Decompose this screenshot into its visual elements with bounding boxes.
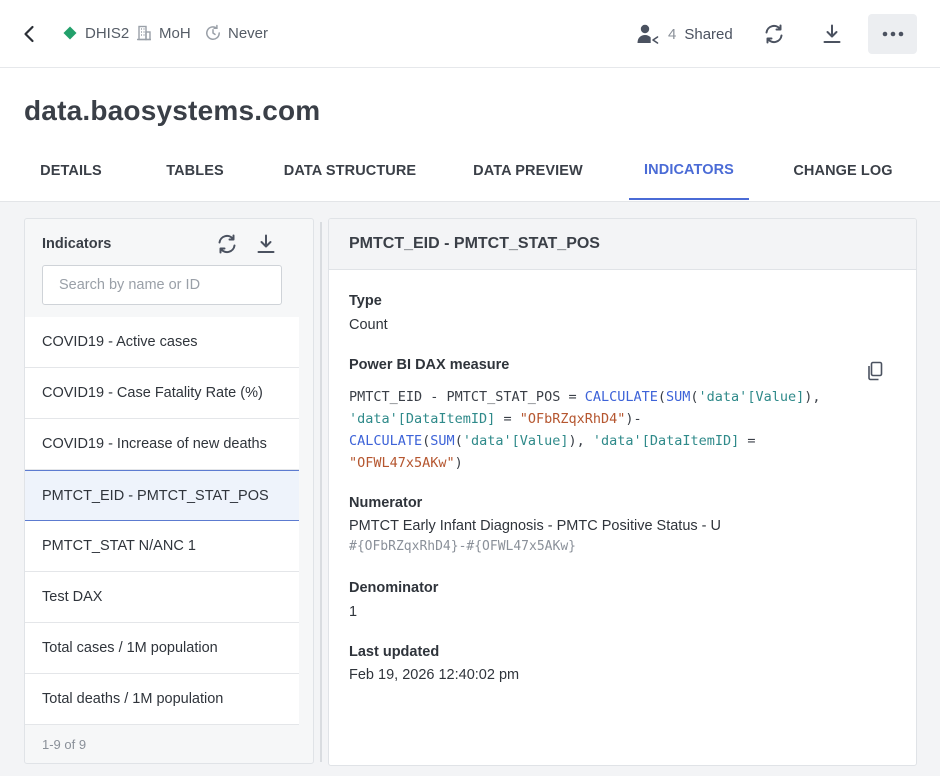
- dax-string: "OFWL47x5AKw": [349, 455, 455, 471]
- numerator-value: PMTCT Early Infant Diagnosis - PMTC Posi…: [349, 518, 722, 534]
- list-item[interactable]: Test DAX: [25, 572, 299, 623]
- list-item[interactable]: COVID19 - Active cases: [25, 317, 299, 368]
- dax-string: "OFbRZqxRhD4": [519, 411, 626, 427]
- numerator-formula: #{OFbRZqxRhD4}-#{OFWL47x5AKw}: [349, 539, 576, 554]
- refresh-icon: [765, 24, 783, 44]
- copy-icon: [868, 361, 883, 381]
- tab-indicators[interactable]: INDICATORS: [629, 142, 749, 200]
- list-scrollbar[interactable]: [299, 317, 313, 725]
- last-updated-value: Feb 19, 2026 12:40:02 pm: [349, 667, 520, 683]
- list-item[interactable]: PMTCT_STAT N/ANC 1: [25, 521, 299, 572]
- list-item[interactable]: Total cases / 1M population: [25, 623, 299, 674]
- org-name: MoH: [159, 24, 191, 42]
- dax-table: 'data': [462, 433, 512, 449]
- tab-data-preview[interactable]: DATA PREVIEW: [466, 142, 590, 200]
- type-label: Type: [349, 293, 382, 309]
- chevron-left-icon: [24, 25, 34, 43]
- shared-label: Shared: [684, 25, 733, 43]
- more-horizontal-icon: [882, 31, 903, 37]
- dax-calculate: CALCULATE: [349, 433, 423, 449]
- pagination-count: 1-9 of 9: [42, 737, 87, 752]
- tab-details[interactable]: DETAILS: [24, 142, 118, 200]
- instance-info: DHIS2: [61, 24, 129, 42]
- list-item-selected[interactable]: PMTCT_EID - PMTCT_STAT_POS: [25, 470, 299, 521]
- last-updated-label: Last updated: [349, 644, 440, 660]
- shared-button[interactable]: 4 Shared: [636, 21, 733, 47]
- page-title: data.baosystems.com: [24, 95, 321, 126]
- detail-title: PMTCT_EID - PMTCT_STAT_POS: [349, 235, 600, 252]
- download-icon: [257, 234, 275, 253]
- tab-change-log[interactable]: CHANGE LOG: [787, 142, 899, 200]
- diamond-icon: [61, 24, 79, 42]
- dax-table: 'data': [592, 433, 642, 449]
- indicators-download-button[interactable]: [253, 231, 279, 257]
- download-icon: [823, 24, 841, 43]
- tab-bar: DETAILS TABLES DATA STRUCTURE DATA PREVI…: [0, 142, 940, 202]
- tab-tables[interactable]: TABLES: [150, 142, 240, 200]
- tab-data-structure[interactable]: DATA STRUCTURE: [278, 142, 422, 200]
- org-info: MoH: [135, 24, 191, 42]
- refresh-icon: [218, 234, 236, 254]
- dax-column: [Value]: [747, 389, 805, 405]
- user-share-icon: [637, 24, 659, 44]
- type-value: Count: [349, 317, 388, 333]
- numerator-label: Numerator: [349, 495, 423, 511]
- dax-prefix: PMTCT_EID - PMTCT_STAT_POS =: [349, 389, 585, 405]
- dax-column: [DataItemID]: [641, 433, 740, 449]
- refresh-clock-icon: [204, 24, 222, 42]
- schedule-info: Never: [204, 24, 268, 42]
- back-button[interactable]: [18, 22, 40, 46]
- denominator-label: Denominator: [349, 580, 439, 596]
- detail-header: PMTCT_EID - PMTCT_STAT_POS: [329, 219, 916, 270]
- dax-sum: SUM: [430, 433, 455, 449]
- list-item[interactable]: Total deaths / 1M population: [25, 674, 299, 725]
- indicators-panel: Indicators COVID19 - Active cases COVID1…: [24, 218, 314, 764]
- refresh-button[interactable]: [759, 19, 789, 49]
- panel-resize-handle[interactable]: [320, 222, 322, 762]
- dax-table: 'data': [698, 389, 748, 405]
- instance-name: DHIS2: [85, 24, 130, 42]
- schedule-value: Never: [228, 24, 269, 42]
- dax-calculate: CALCULATE: [584, 389, 658, 405]
- indicators-panel-title: Indicators: [42, 236, 112, 252]
- list-item[interactable]: COVID19 - Case Fatality Rate (%): [25, 368, 299, 419]
- dax-table: 'data': [349, 411, 398, 427]
- dax-label: Power BI DAX measure: [349, 357, 510, 373]
- indicator-list: COVID19 - Active cases COVID19 - Case Fa…: [25, 317, 299, 725]
- indicator-detail-panel: PMTCT_EID - PMTCT_STAT_POS Type Count Po…: [328, 218, 917, 766]
- shared-count: 4: [668, 25, 677, 43]
- dax-sum: SUM: [666, 389, 691, 405]
- dax-column: [Value]: [511, 433, 569, 449]
- copy-dax-button[interactable]: [863, 359, 887, 383]
- dax-code: PMTCT_EID - PMTCT_STAT_POS = CALCULATE(S…: [349, 389, 821, 471]
- indicator-search-input[interactable]: [42, 265, 282, 305]
- indicators-refresh-button[interactable]: [214, 231, 240, 257]
- download-button[interactable]: [817, 19, 847, 49]
- top-bar: DHIS2 MoH Never 4 Shared: [0, 0, 940, 68]
- dax-column: [DataItemID]: [397, 411, 496, 427]
- more-options-button[interactable]: [868, 14, 917, 54]
- building-icon: [135, 24, 153, 42]
- list-item[interactable]: COVID19 - Increase of new deaths: [25, 419, 299, 470]
- denominator-value: 1: [349, 604, 358, 620]
